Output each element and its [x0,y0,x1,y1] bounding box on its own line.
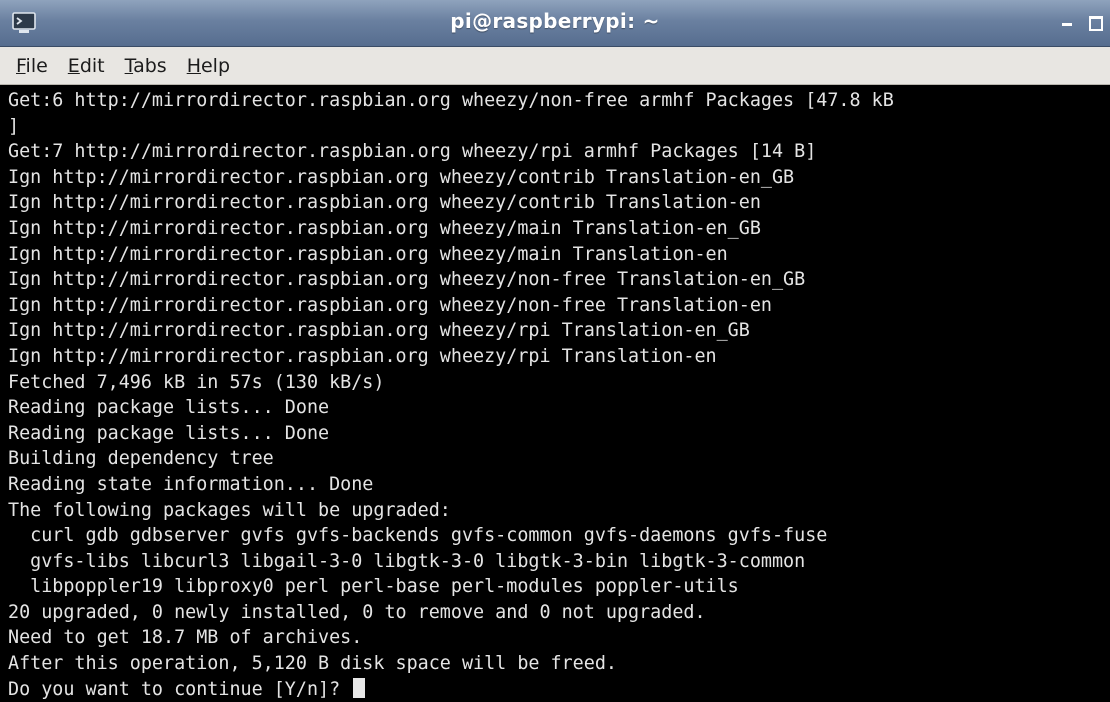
menu-help[interactable]: Help [177,51,240,81]
terminal-line: Ign http://mirrordirector.raspbian.org w… [8,217,761,239]
terminal-line: curl gdb gdbserver gvfs gvfs-backends gv… [8,525,828,547]
window-title: pi@raspberrypi: ~ [450,9,660,33]
menu-help-label: elp [200,54,231,77]
menu-edit-mnemonic: E [67,54,80,77]
maximize-icon[interactable] [1086,13,1104,31]
terminal-line: Reading package lists... Done [8,397,330,419]
terminal-line: After this operation, 5,120 B disk space… [8,653,617,675]
menu-edit-label: dit [79,54,105,77]
menu-tabs-label: abs [133,54,167,77]
terminal-line: libpoppler19 libproxy0 perl perl-base pe… [8,576,739,598]
window-controls [1058,10,1104,34]
terminal-line: Ign http://mirrordirector.raspbian.org w… [8,320,750,342]
terminal-prompt-line[interactable]: Do you want to continue [Y/n]? [8,677,1110,702]
terminal-line: Get:6 http://mirrordirector.raspbian.org… [8,90,894,111]
terminal-line: Ign http://mirrordirector.raspbian.org w… [8,192,761,214]
menu-tabs-mnemonic: T [124,54,134,77]
terminal-line: Reading state information... Done [8,473,374,495]
menu-edit[interactable]: Edit [58,51,115,81]
text-cursor [353,677,366,698]
terminal-line: Ign http://mirrordirector.raspbian.org w… [8,345,717,367]
menu-tabs[interactable]: Tabs [115,51,177,81]
terminal-line: Reading package lists... Done [8,422,330,444]
terminal-line: Building dependency tree [8,448,274,470]
terminal-line: Ign http://mirrordirector.raspbian.org w… [8,243,728,265]
terminal-line: Get:7 http://mirrordirector.raspbian.org… [8,141,817,163]
terminal-line: gvfs-libs libcurl3 libgail-3-0 libgtk-3-… [8,550,806,572]
menu-file[interactable]: File [6,51,58,81]
terminal-prompt: Do you want to continue [Y/n]? [8,678,352,700]
menu-file-label: ile [25,54,48,77]
terminal-line: Fetched 7,496 kB in 57s (130 kB/s) [8,371,385,393]
terminal-output[interactable]: Get:6 http://mirrordirector.raspbian.org… [0,85,1110,702]
terminal-line: Ign http://mirrordirector.raspbian.org w… [8,269,806,291]
terminal-line: Ign http://mirrordirector.raspbian.org w… [8,294,772,316]
terminal-line: ] [8,115,20,137]
menu-help-mnemonic: H [186,54,201,77]
menu-file-mnemonic: F [16,54,26,77]
terminal-window: pi@raspberrypi: ~ File Edit Tabs Help Ge… [0,0,1110,702]
menu-bar: File Edit Tabs Help [0,47,1110,85]
terminal-line: The following packages will be upgraded: [8,499,451,521]
minimize-icon[interactable] [1058,13,1076,31]
title-bar[interactable]: pi@raspberrypi: ~ [0,0,1110,47]
terminal-line: Need to get 18.7 MB of archives. [8,627,363,649]
terminal-line: Ign http://mirrordirector.raspbian.org w… [8,166,795,188]
terminal-line: 20 upgraded, 0 newly installed, 0 to rem… [8,601,706,623]
